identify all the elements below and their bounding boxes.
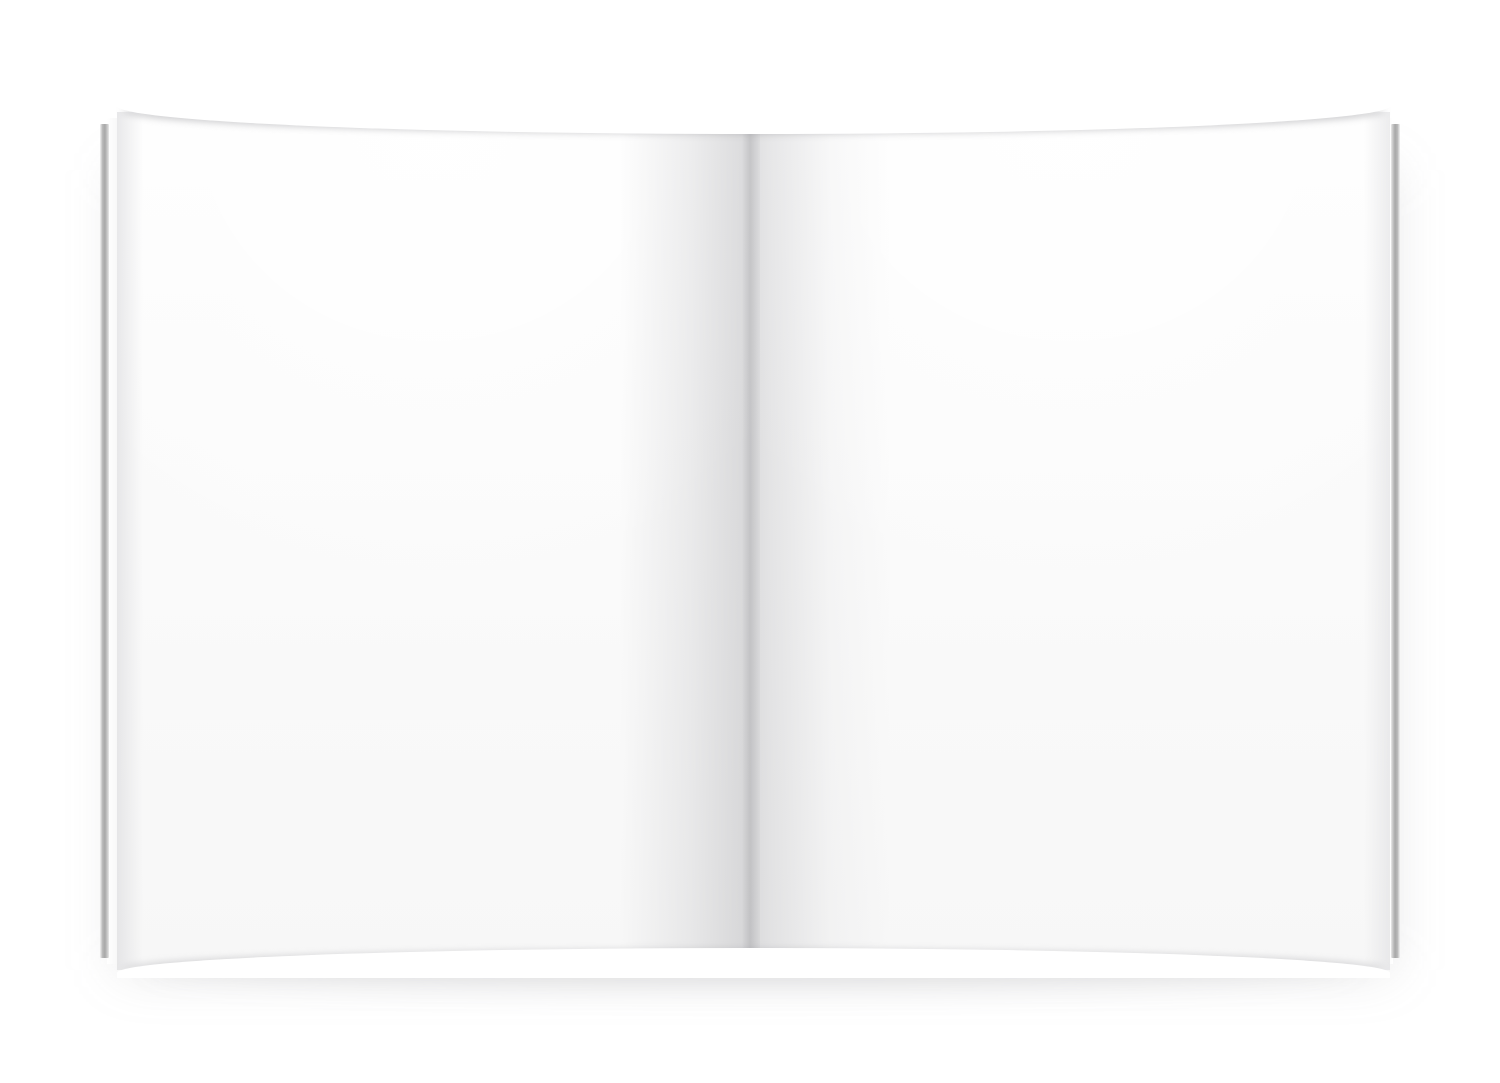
left-page <box>117 112 750 970</box>
cover-edge-right <box>1391 124 1400 958</box>
book-photograph: CONTENTS Introduction ix 1 Be Your Brigh… <box>0 0 1500 1083</box>
right-page: CONTENTS Introduction ix 1 Be Your Brigh… <box>750 112 1390 970</box>
cover-edge-left <box>100 124 109 958</box>
